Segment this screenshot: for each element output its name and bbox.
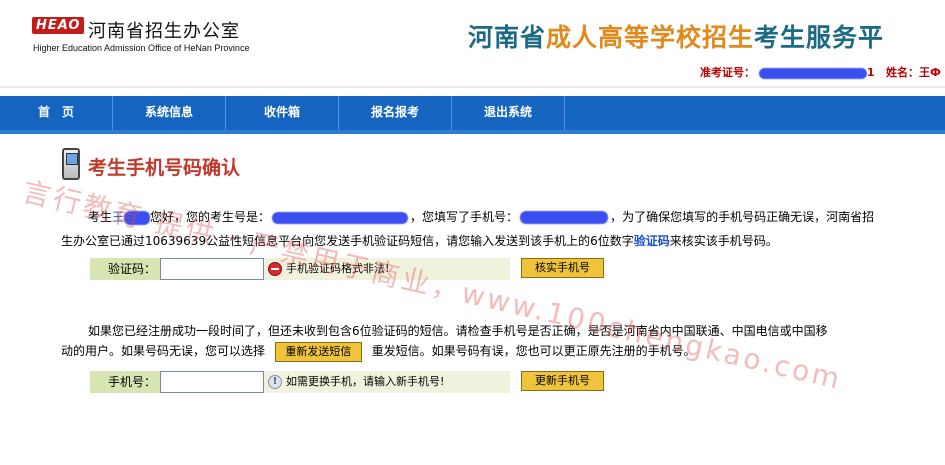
page-header: HEAO 河南省招生办公室 Higher Education Admission… (0, 0, 945, 88)
ticket-label: 准考证号： (700, 66, 755, 79)
phone-text: ，您填写了手机号： (410, 210, 519, 224)
redacted-ticket-number (758, 67, 867, 79)
site-title-part3: 考生服务平 (754, 23, 885, 52)
phone-number-row: 手机号： ! 如需更换手机，请输入新手机号! (90, 371, 510, 393)
error-icon (268, 262, 282, 276)
redacted-candidate-number (272, 211, 409, 224)
verify-phone-button[interactable]: 核实手机号 (521, 258, 604, 278)
greeting-surname: 王 (112, 210, 125, 224)
greeting-suffix: 您好，您的考生号是： (150, 210, 271, 224)
intro-rest-line1: ，为了确保您填写的手机号码正确无误，河南省招 (610, 210, 875, 224)
intro-line2-before: 生办公室已通过10639639公益性短信息平台向您发送手机验证码短信，请您输入发… (61, 234, 634, 248)
phone-number-input[interactable] (160, 371, 264, 393)
nav-inbox-label: 收件箱 (263, 105, 300, 119)
site-title: 河南省成人高等学校招生考生服务平 (468, 18, 884, 54)
greeting-prefix: 考生 (88, 210, 113, 224)
nav-registration[interactable]: 报名报考 (339, 96, 452, 134)
nav-logout-label: 退出系统 (483, 105, 532, 119)
resend-sms-button[interactable]: 重新发送短信 (274, 341, 362, 362)
nav-home[interactable]: 首 页 (0, 96, 113, 134)
logo-english-name: Higher Education Admission Office of HeN… (33, 43, 250, 53)
site-title-part1: 河南省 (468, 23, 547, 52)
intro-line-1: 考生王 您好，您的考生号是： ，您填写了手机号： ，为了确保您填写的手机号码正确无误，… (88, 205, 874, 229)
verify-code-input[interactable] (160, 258, 264, 280)
nav-logout[interactable]: 退出系统 (452, 96, 565, 134)
heao-logo-badge: HEAO (32, 17, 85, 34)
redacted-phone-number (520, 211, 609, 224)
nav-registration-label: 报名报考 (370, 105, 419, 119)
redacted-name (124, 210, 151, 225)
info-icon: ! (268, 375, 282, 389)
ticket-suffix: 1 (866, 66, 875, 79)
verify-error-message: 手机验证码格式非法! (286, 262, 390, 275)
help-line-2: 动的用户。如果号码无误，您可以选择 重新发送短信 重发短信。如果号码有误，您也可… (61, 339, 696, 363)
nav-bottom-bar (0, 130, 945, 134)
site-title-part2: 成人高等学校招生 (546, 23, 755, 52)
nav-system-info-label: 系统信息 (144, 105, 193, 119)
intro-line-2: 生办公室已通过10639639公益性短信息平台向您发送手机验证码短信，请您输入发… (61, 229, 778, 253)
section-title: 考生手机号码确认 (88, 157, 241, 179)
verify-code-label: 验证码： (90, 258, 160, 280)
phone-info-message: 如需更换手机，请输入新手机号! (286, 375, 445, 388)
user-info: 准考证号： 1 姓名：王Ф (700, 64, 941, 80)
logo-chinese-name: 河南省招生办公室 (88, 21, 240, 42)
help-line2-before: 动的用户。如果号码无误，您可以选择 (61, 344, 266, 358)
update-phone-button[interactable]: 更新手机号 (521, 371, 604, 391)
nav-system-info[interactable]: 系统信息 (113, 96, 226, 134)
main-nav: 首 页 系统信息 收件箱 报名报考 退出系统 (0, 96, 945, 134)
nav-home-label: 首 页 (37, 105, 74, 119)
intro-line2-after: 来核实该手机号码。 (669, 234, 778, 248)
help-line1-text: 如果您已经注册成功一段时间了，但还未收到包含6位验证码的短信。请检查手机号是否正… (88, 324, 828, 338)
phone-number-label: 手机号： (90, 371, 160, 393)
help-line2-after: 重发短信。如果号码有误，您也可以更正原先注册的手机号。 (371, 344, 696, 358)
mobile-phone-icon (62, 148, 80, 180)
nav-inbox[interactable]: 收件箱 (226, 96, 339, 134)
verify-code-row: 验证码： 手机验证码格式非法! (90, 258, 510, 280)
verification-code-highlight: 验证码 (633, 234, 670, 248)
header-divider (0, 86, 945, 88)
name-label: 姓名：王Ф (886, 66, 941, 79)
